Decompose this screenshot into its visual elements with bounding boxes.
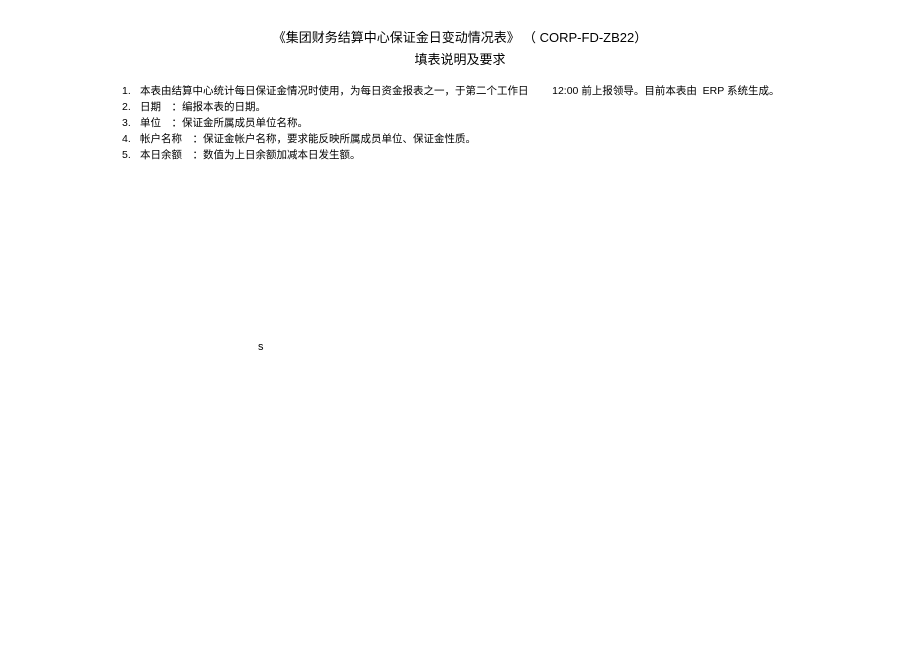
instruction-list: 1. 本表由结算中心统计每日保证金情况时使用，为每日资金报表之一，于第二个工作日… xyxy=(0,84,920,163)
list-item: 4. 帐户名称 ：保证金帐户名称，要求能反映所属成员单位、保证金性质。 xyxy=(122,132,860,147)
list-text: 本日余额 ：数值为上日余额加减本日发生额。 xyxy=(140,148,860,163)
list-number: 3. xyxy=(122,116,140,131)
list-text: 本表由结算中心统计每日保证金情况时使用，为每日资金报表之一，于第二个工作日 12… xyxy=(140,84,860,99)
list-item: 5. 本日余额 ：数值为上日余额加减本日发生额。 xyxy=(122,148,860,163)
list-text: 帐户名称 ：保证金帐户名称，要求能反映所属成员单位、保证金性质。 xyxy=(140,132,860,147)
document-title-line1: 《集团财务结算中心保证金日变动情况表》 （ CORP-FD-ZB22） xyxy=(0,28,920,48)
list-number: 2. xyxy=(122,100,140,115)
list-number: 5. xyxy=(122,148,140,163)
title-post: ） xyxy=(634,30,647,45)
title-pre: 《集团财务结算中心保证金日变动情况表》 （ xyxy=(273,30,536,45)
stray-character: s xyxy=(258,341,264,353)
list-text: 日期 ：编报本表的日期。 xyxy=(140,100,860,115)
list-item: 1. 本表由结算中心统计每日保证金情况时使用，为每日资金报表之一，于第二个工作日… xyxy=(122,84,860,99)
list-item: 3. 单位 ：保证金所属成员单位名称。 xyxy=(122,116,860,131)
list-item: 2. 日期 ：编报本表的日期。 xyxy=(122,100,860,115)
document-title-line2: 填表说明及要求 xyxy=(0,50,920,70)
title-code: CORP-FD-ZB22 xyxy=(536,30,634,45)
document-title-block: 《集团财务结算中心保证金日变动情况表》 （ CORP-FD-ZB22） 填表说明… xyxy=(0,0,920,84)
list-number: 4. xyxy=(122,132,140,147)
list-text: 单位 ：保证金所属成员单位名称。 xyxy=(140,116,860,131)
list-number: 1. xyxy=(122,84,140,99)
